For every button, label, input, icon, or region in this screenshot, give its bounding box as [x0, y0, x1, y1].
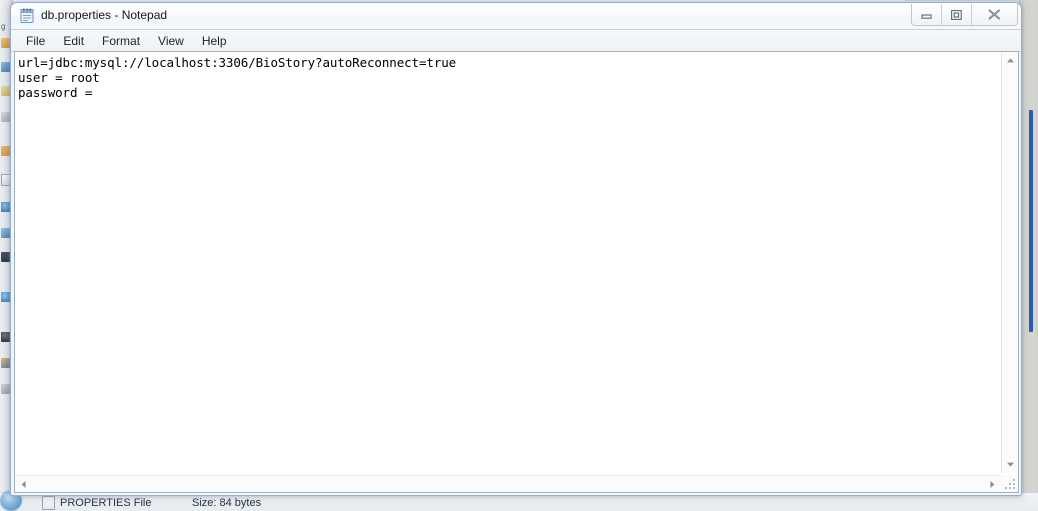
menu-item-view[interactable]: View	[149, 32, 193, 50]
menu-item-file[interactable]: File	[17, 32, 54, 50]
document-line: url=jdbc:mysql://localhost:3306/BioStory…	[18, 55, 457, 70]
window-controls	[911, 4, 1018, 26]
close-button[interactable]	[972, 4, 1017, 25]
screen: g PROPERTIES File Size: 84 bytes db.prop…	[0, 0, 1038, 511]
window-title: db.properties - Notepad	[41, 8, 168, 22]
window-titlebar[interactable]: db.properties - Notepad	[11, 3, 1021, 30]
notepad-window: db.properties - Notepad File Edit Format…	[10, 2, 1022, 496]
window-client-area: url=jdbc:mysql://localhost:3306/BioStory…	[14, 51, 1019, 493]
horizontal-scrollbar[interactable]	[15, 475, 1001, 492]
document-line: user = root	[18, 70, 100, 85]
menu-item-format[interactable]: Format	[93, 32, 149, 50]
minimize-button[interactable]	[912, 4, 942, 25]
scroll-right-button[interactable]	[984, 476, 1001, 492]
dock-text-label: g	[1, 22, 6, 31]
scroll-left-button[interactable]	[15, 476, 32, 492]
text-editor[interactable]: url=jdbc:mysql://localhost:3306/BioStory…	[15, 52, 1001, 473]
scroll-up-button[interactable]	[1002, 52, 1018, 69]
menu-bar: File Edit Format View Help	[11, 30, 1021, 52]
vertical-scrollbar[interactable]	[1001, 52, 1018, 473]
menu-item-help[interactable]: Help	[193, 32, 236, 50]
notepad-icon	[19, 8, 35, 24]
status-file-type: PROPERTIES File	[60, 497, 152, 509]
background-scrollbar-thumb[interactable]	[1029, 110, 1033, 332]
status-file-size: Size: 84 bytes	[192, 497, 262, 509]
resize-grip[interactable]	[1001, 475, 1018, 492]
restore-button[interactable]	[942, 4, 972, 25]
menu-item-edit[interactable]: Edit	[54, 32, 93, 50]
scroll-down-button[interactable]	[1002, 456, 1018, 473]
status-file-icon	[42, 496, 55, 510]
document-line: password =	[18, 85, 100, 100]
